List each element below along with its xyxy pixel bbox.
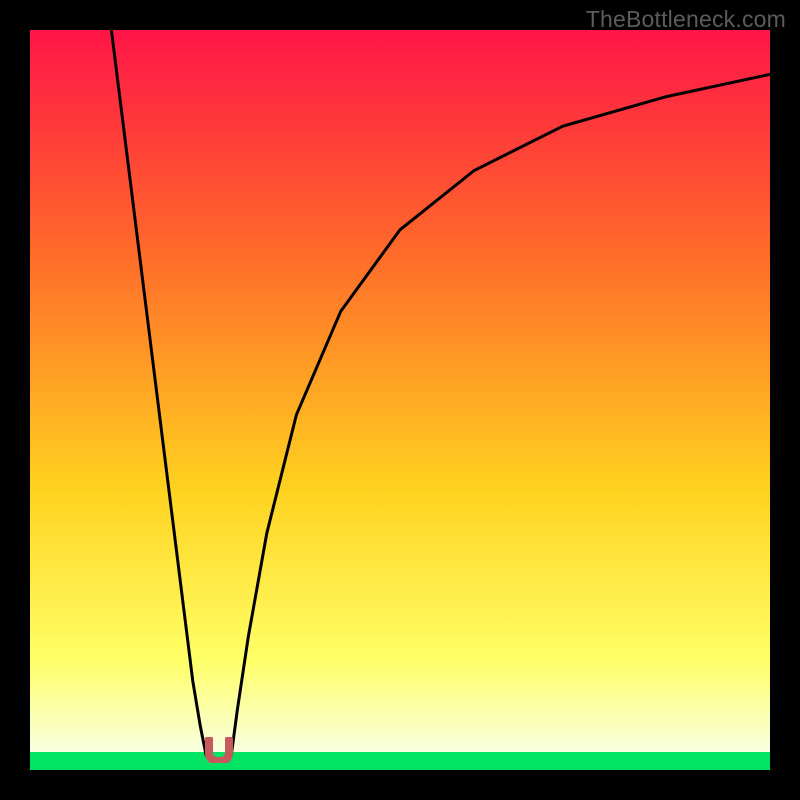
watermark-text: TheBottleneck.com bbox=[586, 6, 786, 33]
curve-left-branch bbox=[111, 30, 206, 755]
bottleneck-curve bbox=[30, 30, 770, 770]
cup-marker bbox=[205, 737, 233, 763]
curve-right-branch bbox=[231, 74, 770, 755]
plot-area bbox=[30, 30, 770, 770]
chart-stage: TheBottleneck.com bbox=[0, 0, 800, 800]
